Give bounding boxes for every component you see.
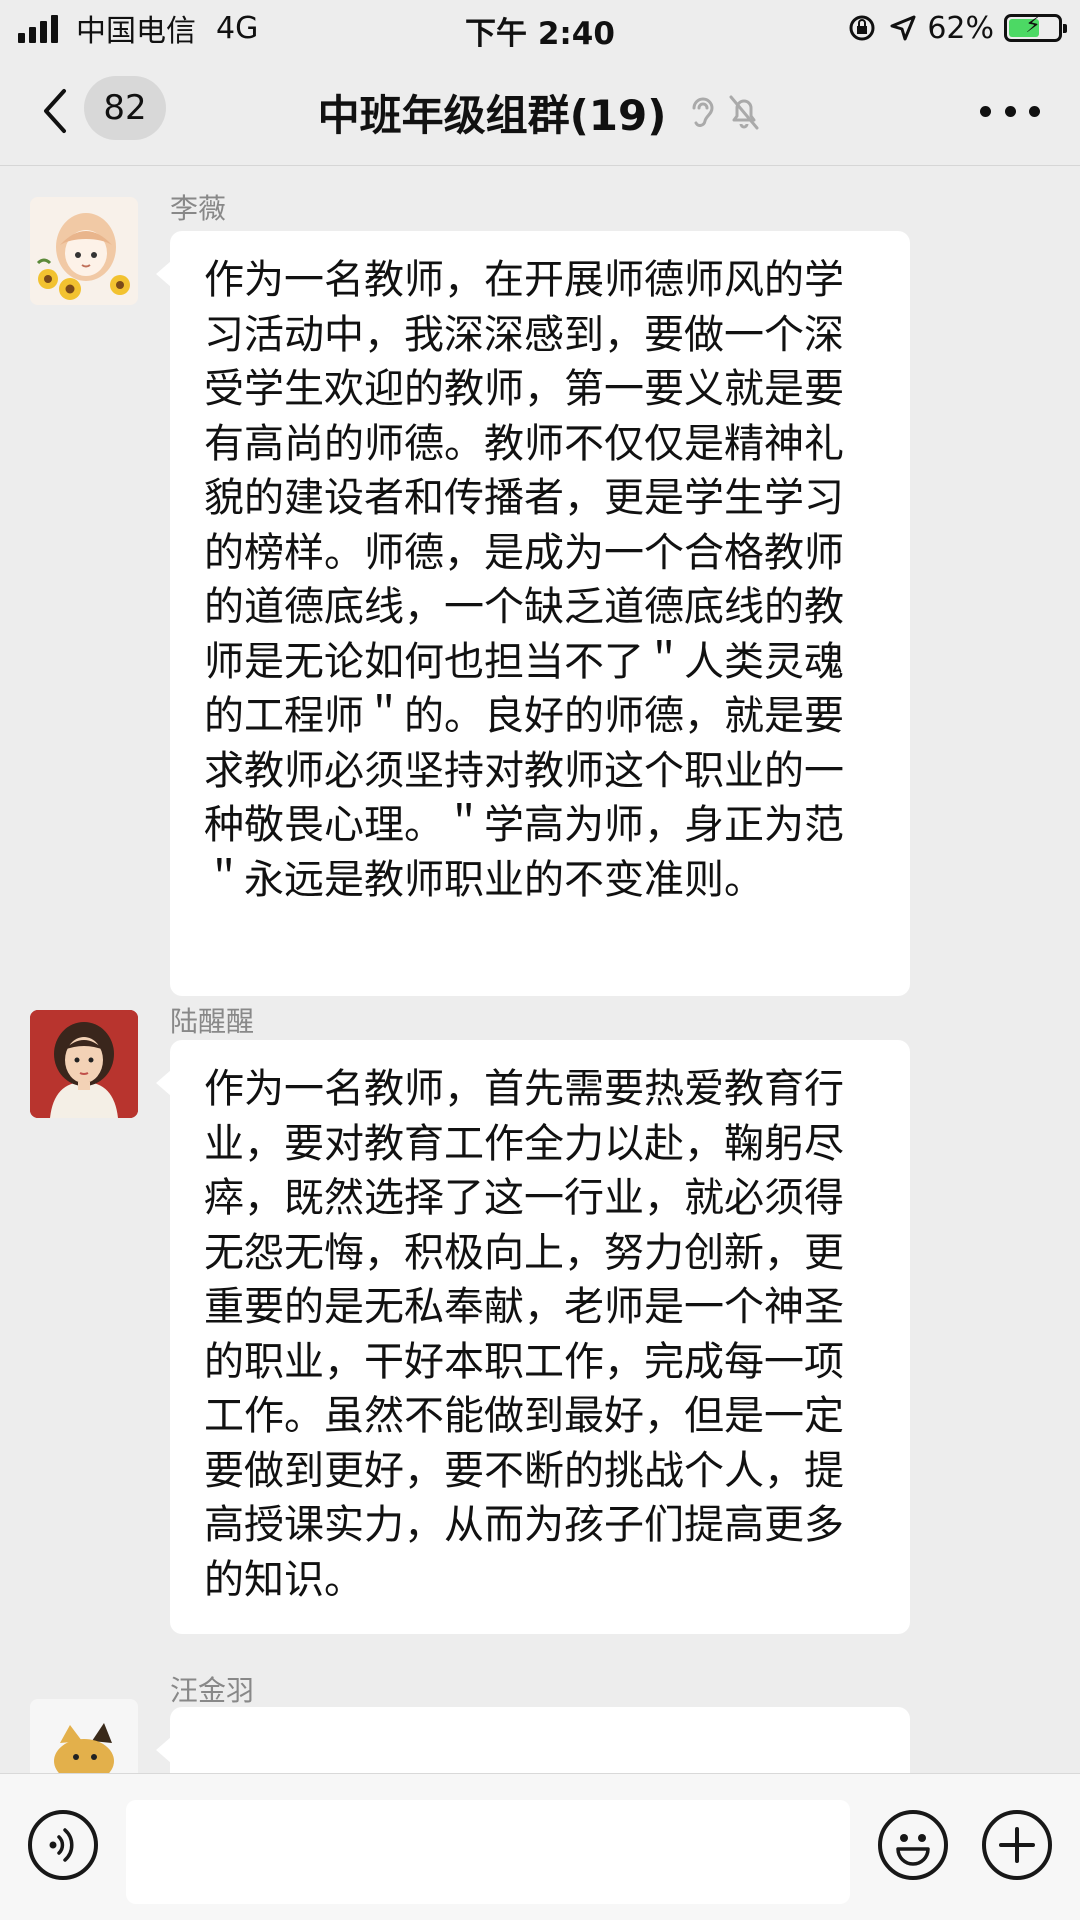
woman-portrait-avatar-icon [30, 1010, 138, 1118]
voice-icon [49, 1828, 74, 1862]
cartoon-dog-avatar-icon [30, 1699, 138, 1773]
status-right: 62% ⚡ [847, 8, 1067, 48]
charging-bolt-icon: ⚡ [1025, 13, 1041, 38]
more-options-button[interactable] [980, 96, 1040, 126]
more-dot [1029, 105, 1040, 117]
status-bar: 中国电信 4G 下午 2:40 62% ⚡ [0, 0, 1080, 56]
chat-message-list[interactable]: 李薇 作为一名教师，在开展师德师风的学习活动中，我深深感到，要做一个深受学生欢迎… [0, 167, 1080, 1773]
sender-name: 汪金羽 [170, 1674, 255, 1707]
message-bubble[interactable] [156, 1707, 910, 1773]
chat-title[interactable]: 中班年级组群(19) [318, 82, 667, 143]
message-text: 作为一名教师，在开展师德师风的学习活动中，我深深感到，要做一个深受学生欢迎的教师… [204, 257, 844, 903]
avatar[interactable] [30, 197, 138, 305]
sender-name: 李薇 [170, 192, 227, 225]
battery-cap [1063, 24, 1067, 33]
battery-icon: ⚡ [1004, 13, 1067, 42]
rotation-lock-icon [849, 15, 875, 41]
input-bar [0, 1773, 1080, 1920]
nav-bar: 82 中班年级组群(19) [0, 56, 1080, 166]
avatar[interactable] [30, 1699, 138, 1773]
nav-title-area: 中班年级组群(19) [0, 84, 1080, 140]
mute-bell-icon [729, 95, 759, 130]
more-actions-button[interactable] [982, 1810, 1052, 1880]
battery-percent: 62% [927, 10, 994, 46]
message-text: 作为一名教师，首先需要热爱教育行业，要对教育工作全力以赴，鞠躬尽瘁，既然选择了这… [204, 1066, 844, 1603]
sender-name: 陆醒醒 [170, 1005, 255, 1038]
message-input[interactable] [126, 1800, 850, 1904]
wechat-group-chat-screen: 中国电信 4G 下午 2:40 62% ⚡ 82 中班年级组群(19) 李薇 作… [0, 0, 1080, 1920]
message-bubble[interactable]: 作为一名教师，在开展师德师风的学习活动中，我深深感到，要做一个深受学生欢迎的教师… [156, 231, 910, 996]
emoji-button[interactable] [878, 1810, 948, 1880]
more-dot [980, 105, 991, 117]
plus-icon [999, 1827, 1035, 1863]
ear-icon [692, 97, 714, 127]
avatar[interactable] [30, 1010, 138, 1118]
voice-button[interactable] [28, 1810, 98, 1880]
more-dot [1004, 105, 1016, 117]
emoji-icon [896, 1834, 930, 1866]
girl-sunflower-avatar-icon [30, 197, 138, 305]
location-arrow-icon [890, 15, 916, 41]
nav-status-icons [678, 92, 762, 132]
message-bubble[interactable]: 作为一名教师，首先需要热爱教育行业，要对教育工作全力以赴，鞠躬尽瘁，既然选择了这… [156, 1040, 910, 1634]
